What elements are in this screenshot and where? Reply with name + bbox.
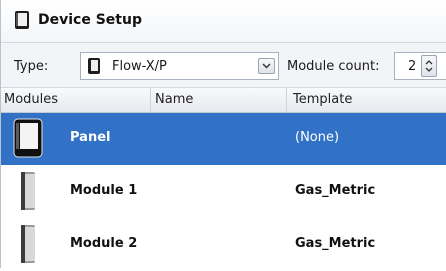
type-dropdown[interactable]: Flow-X/P	[80, 52, 279, 80]
row-template: Gas_Metric	[295, 183, 376, 198]
column-header-modules[interactable]: Modules	[1, 88, 151, 112]
dropdown-arrow-button[interactable]	[258, 58, 275, 74]
table-header: Modules Name Template	[1, 88, 446, 113]
module-count-label: Module count:	[287, 59, 380, 74]
module-count-spinner[interactable]: 2	[394, 52, 446, 80]
device-icon	[15, 11, 29, 29]
window-title: Device Setup	[38, 12, 142, 28]
device-setup-window: Device Setup Type: Flow-X/P Module count…	[0, 0, 446, 268]
type-label: Type:	[14, 59, 49, 74]
spinner-buttons[interactable]	[421, 55, 437, 77]
table-row-module-2[interactable]: Module 2 Gas_Metric	[1, 219, 446, 271]
toolbar: Type: Flow-X/P Module count: 2	[1, 43, 446, 88]
type-dropdown-value: Flow-X/P	[112, 59, 167, 74]
module-device-icon	[21, 225, 35, 263]
device-icon	[88, 58, 100, 74]
row-name: Module 1	[70, 183, 138, 198]
chevron-up-down-icon	[425, 60, 433, 72]
chevron-down-icon	[262, 63, 271, 69]
table-row-module-1[interactable]: Module 1 Gas_Metric	[1, 166, 446, 218]
row-name: Panel	[70, 130, 111, 145]
row-name: Module 2	[70, 236, 138, 251]
column-header-name[interactable]: Name	[151, 88, 287, 112]
row-template: Gas_Metric	[295, 236, 376, 251]
table-row-panel[interactable]: Panel (None)	[1, 113, 446, 165]
title-bar: Device Setup	[1, 0, 446, 43]
panel-device-icon	[13, 118, 43, 158]
module-device-icon	[21, 172, 35, 210]
row-template: (None)	[295, 130, 340, 145]
column-header-template[interactable]: Template	[287, 88, 446, 112]
module-count-value: 2	[408, 59, 417, 74]
